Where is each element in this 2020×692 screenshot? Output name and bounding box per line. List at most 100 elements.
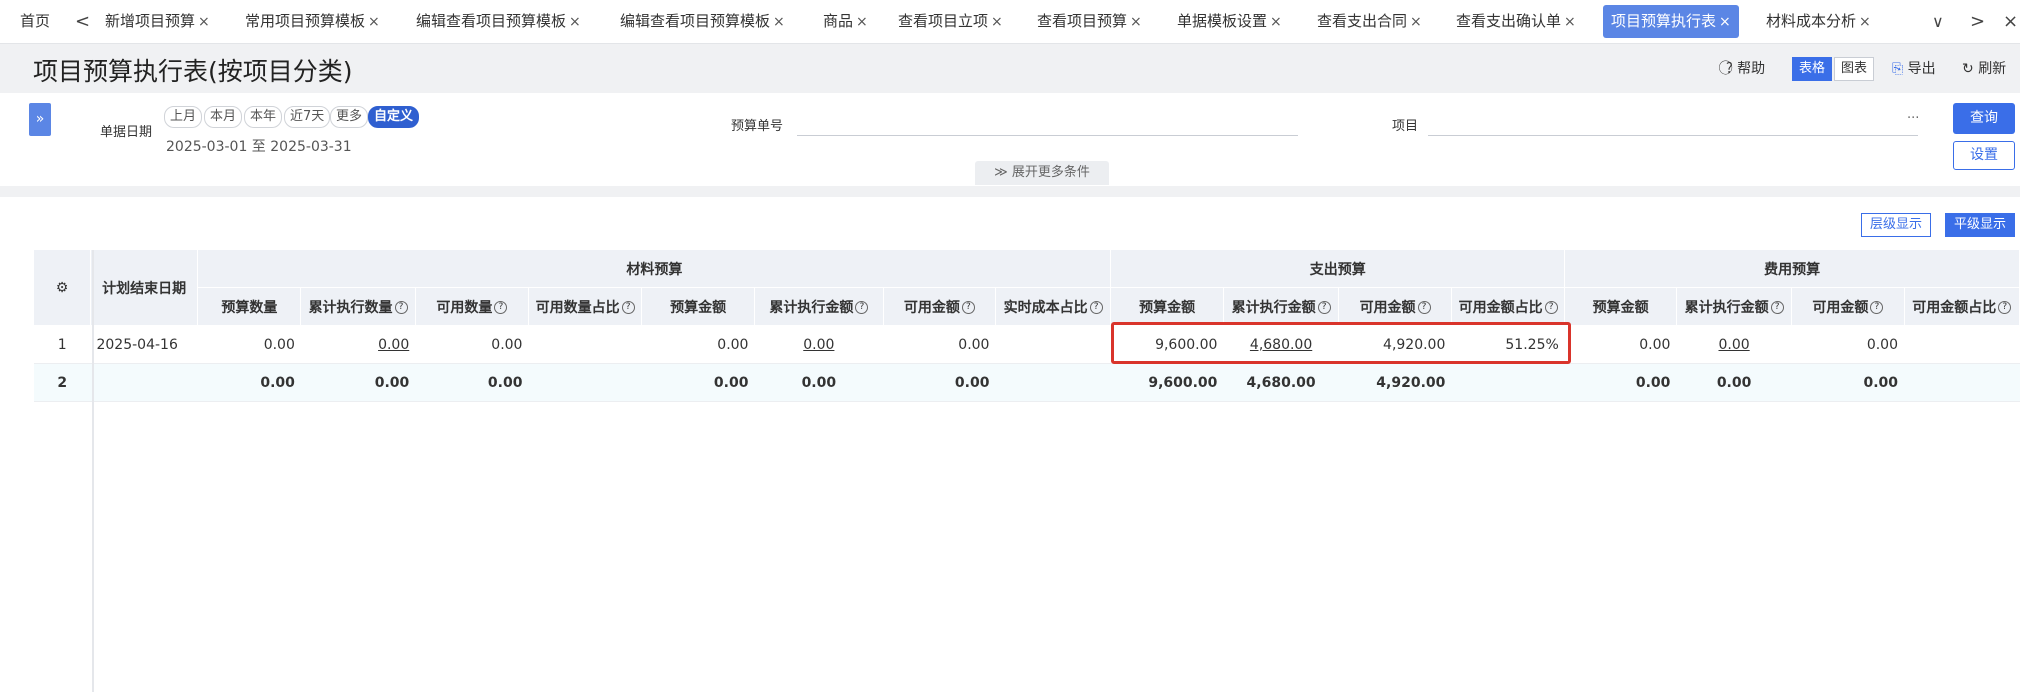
tab-item[interactable]: 查看项目预算 × bbox=[1037, 0, 1142, 43]
col-header[interactable]: 可用金额占比? bbox=[1451, 287, 1566, 326]
table-row-summary[interactable]: 2 0.00 0.00 0.00 0.00 0.00 0.00 9,600.00… bbox=[34, 363, 2020, 402]
cell bbox=[1904, 363, 2020, 402]
date-chip-more[interactable]: 更多 bbox=[330, 106, 369, 128]
help-icon[interactable]: ? bbox=[621, 301, 635, 314]
col-header[interactable]: 可用金额? bbox=[1338, 287, 1452, 326]
tab-item[interactable]: 常用项目预算模板 × bbox=[245, 0, 380, 43]
close-icon[interactable]: × bbox=[991, 14, 1003, 30]
close-icon[interactable]: × bbox=[1270, 14, 1282, 30]
expand-more-conditions[interactable]: ≫ 展开更多条件 bbox=[975, 161, 1109, 185]
cell: 4,920.00 bbox=[1338, 363, 1452, 402]
close-icon[interactable]: × bbox=[1410, 14, 1422, 30]
tab-item[interactable]: 编辑查看项目预算模板 × bbox=[416, 0, 581, 43]
col-header[interactable]: 可用数量? bbox=[415, 287, 529, 326]
help-icon[interactable]: ? bbox=[1998, 301, 2012, 314]
cell: 4,680.00 bbox=[1223, 363, 1339, 402]
tab-next-icon[interactable]: > bbox=[1970, 0, 1985, 43]
date-range[interactable]: 2025-03-01 至 2025-03-31 bbox=[166, 136, 352, 156]
project-input[interactable] bbox=[1428, 135, 1918, 136]
date-chip-this-year[interactable]: 本年 bbox=[244, 106, 283, 128]
budget-no-input[interactable] bbox=[797, 135, 1298, 136]
help-icon[interactable]: ? bbox=[1089, 301, 1103, 314]
group-expense: 支出预算 bbox=[1110, 250, 1566, 288]
export-button[interactable]: ⎘ 导出 bbox=[1892, 58, 1936, 78]
close-icon[interactable]: × bbox=[1859, 14, 1871, 30]
date-chip-this-month[interactable]: 本月 bbox=[204, 106, 243, 128]
cell-link[interactable]: 0.00 bbox=[1676, 325, 1792, 364]
cell bbox=[995, 325, 1111, 364]
tab-home[interactable]: 首页 bbox=[20, 0, 50, 43]
chart-view-button[interactable]: 图表 bbox=[1834, 57, 1875, 81]
help-icon[interactable]: ? bbox=[961, 301, 975, 314]
cell: 0.00 bbox=[415, 325, 529, 364]
help-icon[interactable]: ? bbox=[394, 301, 408, 314]
help-icon[interactable]: ? bbox=[494, 301, 508, 314]
col-end-date[interactable]: 计划结束日期 bbox=[90, 250, 199, 326]
tab-item[interactable]: 查看支出确认单 × bbox=[1456, 0, 1576, 43]
double-chevron-down-icon: ≫ bbox=[994, 165, 1008, 180]
col-header[interactable]: 可用金额? bbox=[1791, 287, 1905, 326]
help-button[interactable]: ?⃝ 帮助 bbox=[1726, 58, 1765, 78]
cell: 0.00 bbox=[1564, 325, 1677, 364]
tab-item[interactable]: 商品 × bbox=[823, 0, 868, 43]
query-button[interactable]: 查询 bbox=[1953, 103, 2015, 134]
col-header[interactable]: 可用金额占比? bbox=[1904, 287, 2020, 326]
col-header[interactable]: 可用金额? bbox=[883, 287, 996, 326]
project-label: 项目 bbox=[1392, 119, 1419, 134]
tab-prev-icon[interactable]: < bbox=[75, 0, 90, 43]
tab-bar: 首页 < 新增项目预算 × 常用项目预算模板 × 编辑查看项目预算模板 × 编辑查看项… bbox=[0, 0, 2020, 44]
cell-link[interactable]: 0.00 bbox=[754, 325, 884, 364]
table-view-button[interactable]: 表格 bbox=[1792, 57, 1833, 81]
tab-item[interactable]: 新增项目预算 × bbox=[105, 0, 210, 43]
close-icon[interactable]: × bbox=[569, 14, 581, 30]
tab-item[interactable]: 材料成本分析 × bbox=[1766, 0, 1871, 43]
cell: 0.00 bbox=[1676, 363, 1792, 402]
col-header[interactable]: 预算金额 bbox=[1564, 287, 1677, 326]
cell: 0.00 bbox=[1791, 325, 1904, 364]
expand-sidebar-icon[interactable]: » bbox=[29, 103, 51, 136]
col-header[interactable]: 累计执行数量? bbox=[300, 287, 416, 326]
col-header[interactable]: 累计执行金额? bbox=[754, 287, 884, 326]
chevron-down-icon[interactable]: ∨ bbox=[1932, 0, 1944, 43]
column-settings-icon[interactable]: ⚙ bbox=[34, 250, 91, 326]
date-chip-custom[interactable]: 自定义 bbox=[368, 106, 420, 128]
col-header[interactable]: 累计执行金额? bbox=[1223, 287, 1340, 326]
help-icon[interactable]: ? bbox=[1770, 301, 1784, 314]
tab-item[interactable]: 单据模板设置 × bbox=[1177, 0, 1282, 43]
cell: 0.00 bbox=[197, 363, 301, 402]
help-icon[interactable]: ? bbox=[1544, 301, 1558, 314]
more-icon[interactable]: ··· bbox=[1907, 111, 1919, 126]
close-icon[interactable]: × bbox=[1564, 14, 1576, 30]
help-icon[interactable]: ? bbox=[1417, 301, 1431, 314]
cell-link[interactable]: 0.00 bbox=[300, 325, 416, 364]
close-icon[interactable]: × bbox=[773, 14, 785, 30]
export-icon: ⎘ bbox=[1892, 61, 1904, 77]
help-icon[interactable]: ? bbox=[1317, 301, 1331, 314]
close-icon[interactable]: × bbox=[368, 14, 380, 30]
close-icon[interactable]: × bbox=[856, 14, 868, 30]
date-chip-last-month[interactable]: 上月 bbox=[164, 106, 203, 128]
col-header[interactable]: 预算金额 bbox=[1110, 287, 1224, 326]
hierarchy-view-toggle[interactable]: 层级显示 bbox=[1861, 213, 1932, 237]
tab-item[interactable]: 查看支出合同 × bbox=[1317, 0, 1422, 43]
close-all-icon[interactable]: × bbox=[2003, 0, 2018, 43]
col-header[interactable]: 预算金额 bbox=[641, 287, 755, 326]
help-icon[interactable]: ? bbox=[855, 301, 869, 314]
col-header[interactable]: 可用数量占比? bbox=[528, 287, 643, 326]
tab-item-active[interactable]: 项目预算执行表 × bbox=[1603, 5, 1739, 38]
date-chip-last-7-days[interactable]: 近7天 bbox=[284, 106, 331, 128]
close-icon[interactable]: × bbox=[1719, 14, 1731, 30]
close-icon[interactable]: × bbox=[198, 14, 210, 30]
cell: 9,600.00 bbox=[1110, 363, 1224, 402]
refresh-button[interactable]: ↻ 刷新 bbox=[1962, 58, 2006, 78]
tab-item[interactable]: 编辑查看项目预算模板 × bbox=[620, 0, 785, 43]
tab-item[interactable]: 查看项目立项 × bbox=[898, 0, 1003, 43]
col-header[interactable]: 预算数量 bbox=[197, 287, 302, 326]
help-icon[interactable]: ? bbox=[1870, 301, 1884, 314]
settings-button[interactable]: 设置 bbox=[1953, 141, 2015, 170]
flat-view-toggle[interactable]: 平级显示 bbox=[1945, 213, 2016, 237]
table-row[interactable]: 1 2025-04-16 0.00 0.00 0.00 0.00 0.00 0.… bbox=[34, 325, 2020, 364]
close-icon[interactable]: × bbox=[1130, 14, 1142, 30]
col-header[interactable]: 累计执行金额? bbox=[1676, 287, 1793, 326]
col-header[interactable]: 实时成本占比? bbox=[995, 287, 1112, 326]
